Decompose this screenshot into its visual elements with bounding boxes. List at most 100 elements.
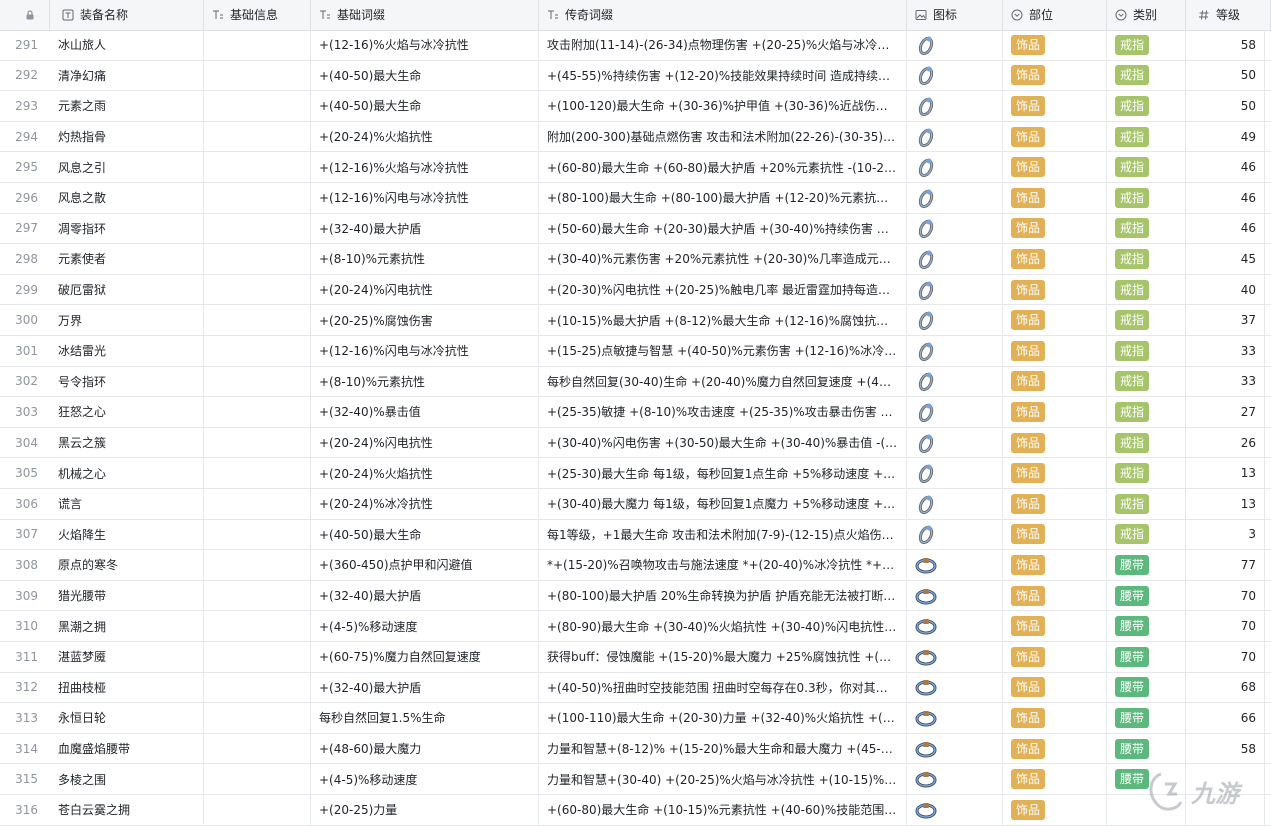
- level-cell[interactable]: 49: [1186, 121, 1265, 152]
- level-cell[interactable]: 46: [1186, 152, 1265, 182]
- base-affix-cell[interactable]: +(20-25)%腐蚀伤害: [311, 305, 539, 335]
- item-icon-cell[interactable]: [907, 183, 1003, 213]
- header-base[interactable]: 基础信息: [204, 0, 311, 30]
- item-name-cell[interactable]: 苍白云霙之拥: [50, 795, 204, 825]
- base-affix-cell[interactable]: +(40-50)最大生命: [311, 519, 539, 550]
- table-row[interactable]: 312 扭曲枝桠 +(32-40)最大护盾 +(40-50)%扭曲时空技能范围 扭曲时…: [0, 672, 1271, 704]
- base-info-cell[interactable]: [204, 213, 311, 244]
- item-name-cell[interactable]: 黑潮之拥: [50, 611, 204, 641]
- slot-cell[interactable]: 饰品: [1003, 244, 1107, 274]
- legend-affix-cell[interactable]: +(10-15)%最大护盾 +(8-12)%最大生命 +(12-16)%腐蚀抗性…: [539, 305, 907, 335]
- header-level[interactable]: 等级: [1186, 0, 1271, 30]
- slot-cell[interactable]: 饰品: [1003, 611, 1107, 641]
- item-name-cell[interactable]: 元素使者: [50, 244, 204, 274]
- item-icon-cell[interactable]: [907, 60, 1003, 91]
- base-info-cell[interactable]: [204, 427, 311, 458]
- level-cell[interactable]: 50: [1186, 91, 1265, 121]
- legend-affix-cell[interactable]: +(25-30)最大生命 每1级，每秒回复1点生命 +5%移动速度 +5%攻..…: [539, 458, 907, 488]
- legend-affix-cell[interactable]: +(30-40)%元素伤害 +20%元素抗性 +(20-30)%几率造成元素异常…: [539, 244, 907, 274]
- base-affix-cell[interactable]: +(12-16)%火焰与冰冷抗性: [311, 30, 539, 60]
- legend-affix-cell[interactable]: +(50-60)最大生命 +(20-30)最大护盾 +(30-40)%持续伤害 …: [539, 213, 907, 244]
- level-cell[interactable]: 13: [1186, 458, 1265, 488]
- legend-affix-cell[interactable]: 力量和智慧+(30-40) +(20-25)%火焰与冰冷抗性 +(10-15)%…: [539, 764, 907, 794]
- item-name-cell[interactable]: 万界: [50, 305, 204, 335]
- legend-affix-cell[interactable]: +(25-35)敏捷 +(8-10)%攻击速度 +(25-35)%攻击暴击伤害 …: [539, 397, 907, 427]
- slot-cell[interactable]: 饰品: [1003, 183, 1107, 213]
- level-cell[interactable]: 3: [1186, 519, 1265, 550]
- slot-cell[interactable]: 饰品: [1003, 672, 1107, 703]
- table-row[interactable]: 306 谎言 +(20-24)%冰冷抗性 +(30-40)最大魔力 每1级，每秒回复1…: [0, 489, 1271, 520]
- table-row[interactable]: 305 机械之心 +(20-24)%火焰抗性 +(25-30)最大生命 每1级，每秒回…: [0, 458, 1271, 489]
- base-info-cell[interactable]: [204, 519, 311, 550]
- slot-cell[interactable]: 饰品: [1003, 30, 1107, 60]
- base-affix-cell[interactable]: +(40-50)最大生命: [311, 60, 539, 91]
- item-name-cell[interactable]: 凋零指环: [50, 213, 204, 244]
- item-icon-cell[interactable]: [907, 764, 1003, 794]
- level-cell[interactable]: 50: [1186, 60, 1265, 91]
- item-name-cell[interactable]: 扭曲枝桠: [50, 672, 204, 703]
- item-name-cell[interactable]: 火焰降生: [50, 519, 204, 550]
- slot-cell[interactable]: 饰品: [1003, 519, 1107, 550]
- slot-cell[interactable]: 饰品: [1003, 91, 1107, 121]
- table-row[interactable]: 314 血魔盛焰腰带 +(48-60)最大魔力 力量和智慧+(8-12)% +(15-…: [0, 733, 1271, 765]
- legend-affix-cell[interactable]: +(80-90)最大生命 +(30-40)%火焰抗性 +(30-40)%闪电抗性…: [539, 611, 907, 641]
- legend-affix-cell[interactable]: +(45-55)%持续伤害 +(12-20)%技能效果持续时间 造成持续伤害时.…: [539, 60, 907, 91]
- level-cell[interactable]: 70: [1186, 611, 1265, 641]
- legend-affix-cell[interactable]: +(100-120)最大生命 +(30-36)%护甲值 +(30-36)%近战伤…: [539, 91, 907, 121]
- level-cell[interactable]: 13: [1186, 489, 1265, 519]
- legend-affix-cell[interactable]: +(100-110)最大生命 +(20-30)力量 +(32-40)%火焰抗性 …: [539, 703, 907, 733]
- base-affix-cell[interactable]: +(32-40)最大护盾: [311, 672, 539, 703]
- table-row[interactable]: 293 元素之雨 +(40-50)最大生命 +(100-120)最大生命 +(30-3…: [0, 91, 1271, 122]
- slot-cell[interactable]: 饰品: [1003, 366, 1107, 397]
- item-name-cell[interactable]: 元素之雨: [50, 91, 204, 121]
- item-name-cell[interactable]: 狂怒之心: [50, 397, 204, 427]
- level-cell[interactable]: 26: [1186, 427, 1265, 458]
- item-name-cell[interactable]: 永恒日轮: [50, 703, 204, 733]
- base-info-cell[interactable]: [204, 305, 311, 335]
- type-cell[interactable]: 戒指: [1107, 30, 1186, 60]
- base-info-cell[interactable]: [204, 183, 311, 213]
- level-cell[interactable]: 33: [1186, 336, 1265, 366]
- base-affix-cell[interactable]: +(60-75)%魔力自然回复速度: [311, 642, 539, 672]
- legend-affix-cell[interactable]: 附加(200-300)基础点燃伤害 攻击和法术附加(22-26)-(30-35)…: [539, 121, 907, 152]
- table-row[interactable]: 311 湛蓝梦魇 +(60-75)%魔力自然回复速度 获得buff：侵蚀魔能 +(15…: [0, 642, 1271, 673]
- slot-cell[interactable]: 饰品: [1003, 274, 1107, 305]
- slot-cell[interactable]: 饰品: [1003, 213, 1107, 244]
- slot-cell[interactable]: 饰品: [1003, 305, 1107, 335]
- legend-affix-cell[interactable]: 攻击附加(11-14)-(26-34)点物理伤害 +(20-25)%火焰与冰冷抗…: [539, 30, 907, 60]
- base-info-cell[interactable]: [204, 60, 311, 91]
- table-row[interactable]: 307 火焰降生 +(40-50)最大生命 每1等级，+1最大生命 攻击和法术附加(7…: [0, 519, 1271, 551]
- type-cell[interactable]: 腰带: [1107, 672, 1186, 703]
- header-type[interactable]: 类别: [1107, 0, 1186, 30]
- slot-cell[interactable]: 饰品: [1003, 580, 1107, 611]
- table-row[interactable]: 296 风息之散 +(12-16)%闪电与冰冷抗性 +(80-100)最大生命 +(8…: [0, 183, 1271, 214]
- table-row[interactable]: 291 冰山旅人 +(12-16)%火焰与冰冷抗性 攻击附加(11-14)-(26-3…: [0, 30, 1271, 61]
- slot-cell[interactable]: 饰品: [1003, 397, 1107, 427]
- table-row[interactable]: 295 风息之引 +(12-16)%火焰与冰冷抗性 +(60-80)最大生命 +(60…: [0, 152, 1271, 183]
- slot-cell[interactable]: 饰品: [1003, 152, 1107, 182]
- base-affix-cell[interactable]: +(20-24)%火焰抗性: [311, 121, 539, 152]
- legend-affix-cell[interactable]: +(60-80)最大生命 +(10-15)%元素抗性 +(40-60)%技能范围…: [539, 795, 907, 825]
- item-icon-cell[interactable]: [907, 489, 1003, 519]
- table-row[interactable]: 297 凋零指环 +(32-40)最大护盾 +(50-60)最大生命 +(20-30)…: [0, 213, 1271, 245]
- base-affix-cell[interactable]: +(12-16)%火焰与冰冷抗性: [311, 152, 539, 182]
- slot-cell[interactable]: 饰品: [1003, 427, 1107, 458]
- table-row[interactable]: 302 号令指环 +(8-10)%元素抗性 每秒自然回复(30-40)生命 +(20-…: [0, 366, 1271, 398]
- slot-cell[interactable]: 饰品: [1003, 121, 1107, 152]
- base-affix-cell[interactable]: +(4-5)%移动速度: [311, 611, 539, 641]
- table-row[interactable]: 303 狂怒之心 +(32-40)%暴击值 +(25-35)敏捷 +(8-10)%攻击…: [0, 397, 1271, 428]
- item-name-cell[interactable]: 谎言: [50, 489, 204, 519]
- base-info-cell[interactable]: [204, 795, 311, 825]
- header-affix[interactable]: 基础词缀: [311, 0, 539, 30]
- base-affix-cell[interactable]: +(32-40)%暴击值: [311, 397, 539, 427]
- slot-cell[interactable]: 饰品: [1003, 764, 1107, 794]
- base-info-cell[interactable]: [204, 703, 311, 733]
- level-cell[interactable]: 33: [1186, 366, 1265, 397]
- table-row[interactable]: 316 苍白云霙之拥 +(20-25)力量 +(60-80)最大生命 +(10-15)…: [0, 795, 1271, 826]
- item-name-cell[interactable]: 清净幻痛: [50, 60, 204, 91]
- item-name-cell[interactable]: 号令指环: [50, 366, 204, 397]
- header-lock[interactable]: [0, 0, 50, 30]
- base-info-cell[interactable]: [204, 30, 311, 60]
- table-row[interactable]: 298 元素使者 +(8-10)%元素抗性 +(30-40)%元素伤害 +20%元素抗…: [0, 244, 1271, 275]
- base-affix-cell[interactable]: +(40-50)最大生命: [311, 91, 539, 121]
